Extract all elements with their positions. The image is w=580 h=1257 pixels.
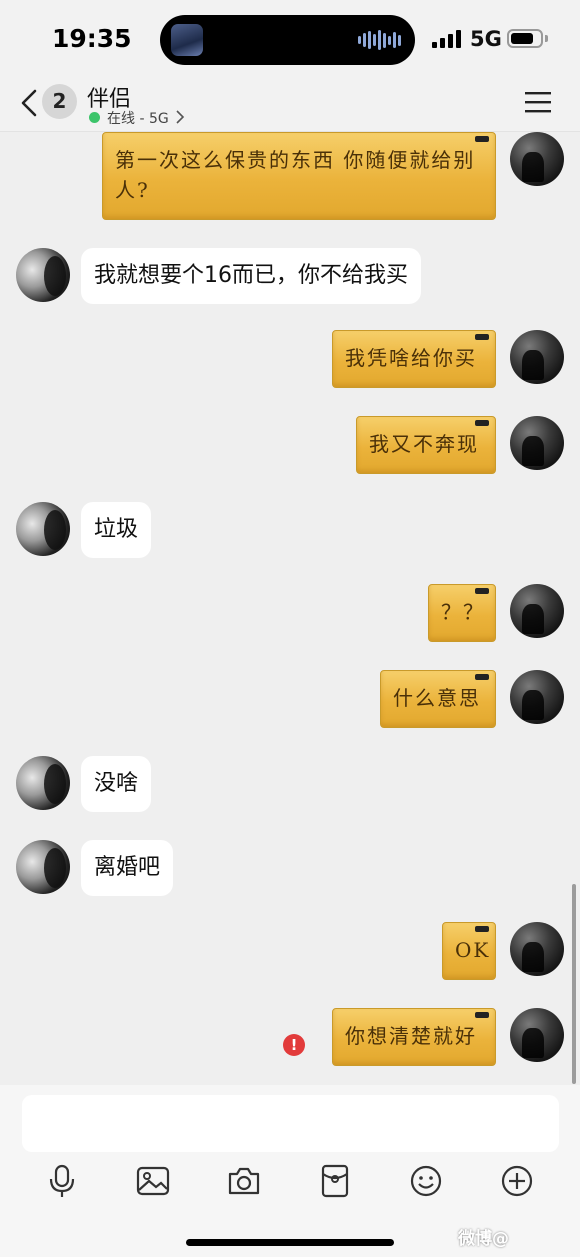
message-bubble-received[interactable]: 我就想要个16而已，你不给我买 <box>81 248 421 304</box>
now-playing-artwork <box>171 24 203 56</box>
menu-icon[interactable] <box>525 91 551 113</box>
my-avatar[interactable] <box>510 132 564 186</box>
emoji-icon[interactable] <box>408 1163 444 1199</box>
message-input[interactable] <box>22 1095 559 1152</box>
message-bubble-sent[interactable]: 什么意思 <box>380 670 496 728</box>
camera-icon[interactable] <box>226 1163 262 1199</box>
message-bubble-sent[interactable]: 我凭啥给你买 <box>332 330 496 388</box>
network-type: 5G <box>470 27 502 51</box>
chevron-right-icon[interactable] <box>175 109 185 125</box>
contact-status[interactable]: 在线 - 5G <box>107 108 169 128</box>
status-bar: 19:35 5G <box>0 0 580 80</box>
dynamic-island[interactable] <box>160 15 415 65</box>
status-time: 19:35 <box>52 24 132 53</box>
audio-wave-icon <box>358 30 401 50</box>
send-failed-icon[interactable]: ! <box>283 1034 305 1056</box>
red-packet-icon[interactable] <box>317 1163 353 1199</box>
phone-icon <box>475 926 489 932</box>
battery-icon <box>507 29 543 48</box>
cellular-signal-icon <box>432 30 461 48</box>
contact-avatar[interactable] <box>16 502 70 556</box>
message-bubble-received[interactable]: 离婚吧 <box>81 840 174 896</box>
phone-icon <box>475 674 489 680</box>
unread-count-badge[interactable]: 2 <box>42 84 77 119</box>
microphone-icon[interactable] <box>44 1163 80 1199</box>
message-list[interactable]: 第一次这么保贵的东西 你随便就给别人? 我就想要个16而已，你不给我买 我凭啥给… <box>0 132 580 1085</box>
message-bubble-sent[interactable]: ？？ <box>428 584 496 642</box>
watermark: 微博@ <box>458 1229 509 1249</box>
contact-avatar[interactable] <box>16 756 70 810</box>
chat-header: 2 伴侣 在线 - 5G <box>0 80 580 132</box>
image-icon[interactable] <box>135 1163 171 1199</box>
my-avatar[interactable] <box>510 1008 564 1062</box>
plus-icon[interactable] <box>499 1163 535 1199</box>
phone-icon <box>475 136 489 142</box>
phone-icon <box>475 1012 489 1018</box>
my-avatar[interactable] <box>510 330 564 384</box>
message-bubble-received[interactable]: 没啥 <box>81 756 152 812</box>
message-bubble-sent[interactable]: OK <box>442 922 496 980</box>
phone-icon <box>475 420 489 426</box>
phone-icon <box>475 588 489 594</box>
message-bubble-sent[interactable]: 你想清楚就好 <box>332 1008 496 1066</box>
my-avatar[interactable] <box>510 416 564 470</box>
back-chevron-icon[interactable] <box>18 88 40 118</box>
my-avatar[interactable] <box>510 922 564 976</box>
message-bubble-received[interactable]: 垃圾 <box>81 502 152 558</box>
message-bubble-sent[interactable]: 我又不奔现 <box>356 416 496 474</box>
contact-avatar[interactable] <box>16 840 70 894</box>
my-avatar[interactable] <box>510 670 564 724</box>
online-status-dot <box>89 112 100 123</box>
phone-icon <box>475 334 489 340</box>
my-avatar[interactable] <box>510 584 564 638</box>
contact-avatar[interactable] <box>16 248 70 302</box>
home-indicator[interactable] <box>186 1239 394 1246</box>
composer: 微博@ <box>0 1085 580 1257</box>
message-bubble-sent[interactable]: 第一次这么保贵的东西 你随便就给别人? <box>102 132 496 220</box>
scrollbar[interactable] <box>572 884 576 1084</box>
